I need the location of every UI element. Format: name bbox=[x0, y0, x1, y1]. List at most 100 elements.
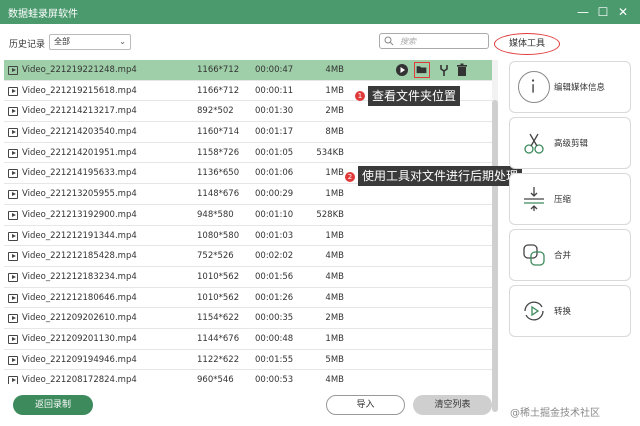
compress-icon bbox=[518, 183, 550, 215]
file-row[interactable]: Video_221208172824.mp4 960*546 00:00:53 4MB bbox=[4, 370, 492, 384]
clear-list-button[interactable]: 清空列表 bbox=[413, 395, 492, 415]
file-duration: 00:00:47 bbox=[255, 65, 294, 75]
file-size: 2MB bbox=[325, 106, 344, 117]
file-row[interactable]: Video_221209201130.mp4 1144*676 00:00:48 1M… bbox=[4, 329, 492, 350]
file-duration: 00:00:29 bbox=[255, 189, 294, 200]
video-file-icon bbox=[8, 190, 18, 200]
edit-media-info-card[interactable]: 编辑媒体信息 bbox=[509, 61, 631, 113]
merge-label: 合并 bbox=[554, 251, 572, 261]
file-row[interactable]: Video_221212185428.mp4 752*526 00:02:02 4MB bbox=[4, 246, 492, 267]
file-row[interactable]: Video_221213192900.mp4 948*580 00:01:10 528… bbox=[4, 205, 492, 226]
file-duration: 00:01:17 bbox=[255, 127, 294, 138]
search-placeholder: 搜索 bbox=[400, 37, 416, 46]
file-name: Video_221213192900.mp4 bbox=[22, 209, 137, 220]
video-file-icon bbox=[8, 231, 18, 241]
file-row[interactable]: Video_221214203540.mp4 1160*714 00:01:17 8M… bbox=[4, 122, 492, 143]
file-resolution: 1166*712 bbox=[197, 85, 240, 96]
list-scrollbar[interactable] bbox=[492, 60, 498, 412]
file-resolution: 1010*562 bbox=[197, 292, 240, 303]
file-size: 1MB bbox=[325, 230, 344, 241]
video-file-icon bbox=[8, 210, 18, 220]
file-name: Video_221213205955.mp4 bbox=[22, 189, 137, 200]
video-file-icon bbox=[8, 272, 18, 282]
info-icon bbox=[518, 71, 550, 103]
file-name: Video_221214203540.mp4 bbox=[22, 127, 137, 138]
back-to-record-button[interactable]: 返回录制 bbox=[13, 395, 93, 415]
callout-1-text: 查看文件夹位置 bbox=[368, 86, 461, 106]
file-resolution: 1148*676 bbox=[197, 189, 240, 200]
video-file-icon bbox=[8, 314, 18, 324]
file-row[interactable]: Video_221212183234.mp4 1010*562 00:01:56 4M… bbox=[4, 267, 492, 288]
merge-card[interactable]: 合并 bbox=[509, 229, 631, 281]
callout-1-badge: 1 bbox=[355, 91, 365, 101]
merge-icon bbox=[518, 239, 550, 271]
file-duration: 00:01:06 bbox=[255, 168, 294, 179]
file-size: 1MB bbox=[325, 333, 344, 344]
file-name: Video_221209201130.mp4 bbox=[22, 333, 137, 344]
play-icon[interactable] bbox=[394, 62, 410, 78]
file-resolution: 1122*622 bbox=[197, 354, 240, 365]
file-name: Video_221214195633.mp4 bbox=[22, 168, 137, 179]
file-resolution: 1010*562 bbox=[197, 271, 240, 282]
search-input[interactable]: 搜索 bbox=[379, 33, 489, 49]
file-name: Video_221212191344.mp4 bbox=[22, 230, 137, 241]
file-resolution: 1144*676 bbox=[197, 333, 240, 344]
history-filter-select[interactable]: 全部 ⌄ bbox=[49, 34, 131, 50]
trash-icon[interactable] bbox=[454, 62, 470, 78]
file-size: 528KB bbox=[316, 209, 344, 220]
file-name: Video_221214201951.mp4 bbox=[22, 147, 137, 158]
chevron-down-icon: ⌄ bbox=[119, 37, 126, 46]
folder-icon[interactable] bbox=[414, 62, 430, 78]
file-duration: 00:00:35 bbox=[255, 313, 294, 324]
convert-card[interactable]: 转换 bbox=[509, 285, 631, 337]
maximize-button[interactable]: ☐ bbox=[594, 3, 612, 21]
advanced-trim-card[interactable]: 高级剪辑 bbox=[509, 117, 631, 169]
file-duration: 00:00:53 bbox=[255, 375, 294, 384]
file-resolution: 1080*580 bbox=[197, 230, 240, 241]
video-file-icon bbox=[8, 252, 18, 262]
media-tools-tab[interactable]: 媒体工具 bbox=[494, 33, 560, 55]
file-row[interactable]: Video_221212191344.mp4 1080*580 00:01:03 1M… bbox=[4, 226, 492, 247]
convert-icon bbox=[518, 295, 550, 327]
file-row[interactable]: Video_221212180646.mp4 1010*562 00:01:26 4M… bbox=[4, 288, 492, 309]
minimize-button[interactable]: — bbox=[574, 3, 592, 21]
file-size: 1MB bbox=[325, 85, 344, 96]
callout-2-text: 使用工具对文件进行后期处理 bbox=[358, 166, 523, 186]
video-file-icon bbox=[8, 376, 18, 384]
file-size: 2MB bbox=[325, 313, 344, 324]
file-duration: 00:01:56 bbox=[255, 271, 294, 282]
video-file-icon bbox=[8, 107, 18, 117]
file-duration: 00:01:55 bbox=[255, 354, 294, 365]
file-name: Video_221219215618.mp4 bbox=[22, 85, 137, 96]
file-name: Video_221209194946.mp4 bbox=[22, 354, 137, 365]
compress-label: 压缩 bbox=[554, 195, 572, 205]
file-row[interactable]: Video_221213205955.mp4 1148*676 00:00:29 1M… bbox=[4, 184, 492, 205]
file-row[interactable]: Video_221209194946.mp4 1122*622 00:01:55 5M… bbox=[4, 350, 492, 371]
video-file-icon bbox=[8, 66, 18, 75]
history-filter-value: 全部 bbox=[54, 37, 70, 46]
title-bar: 数据蛙录屏软件 — ☐ ✕ bbox=[0, 0, 640, 24]
file-size: 8MB bbox=[325, 127, 344, 138]
file-duration: 00:00:48 bbox=[255, 333, 294, 344]
import-button[interactable]: 导入 bbox=[326, 395, 405, 415]
video-file-icon bbox=[8, 355, 18, 365]
scrollbar-thumb[interactable] bbox=[492, 100, 498, 412]
advanced-trim-label: 高级剪辑 bbox=[554, 139, 589, 149]
file-resolution: 1166*712 bbox=[197, 65, 240, 75]
close-button[interactable]: ✕ bbox=[614, 3, 632, 21]
file-row[interactable]: Video_221219221248.mp4 1166*712 00:00:47 4M… bbox=[4, 60, 492, 81]
file-name: Video_221212185428.mp4 bbox=[22, 251, 137, 262]
compress-card[interactable]: 压缩 bbox=[509, 173, 631, 225]
file-name: Video_221214213217.mp4 bbox=[22, 106, 137, 117]
file-row[interactable]: Video_221214201951.mp4 1158*726 00:01:05 53… bbox=[4, 143, 492, 164]
file-row[interactable]: Video_221209202610.mp4 1154*622 00:00:35 2M… bbox=[4, 308, 492, 329]
convert-label: 转换 bbox=[554, 307, 572, 317]
file-name: Video_221208172824.mp4 bbox=[22, 375, 137, 384]
file-resolution: 1154*622 bbox=[197, 313, 240, 324]
file-duration: 00:01:26 bbox=[255, 292, 294, 303]
file-size: 4MB bbox=[325, 65, 344, 75]
wrench-icon[interactable] bbox=[436, 62, 452, 78]
video-file-icon bbox=[8, 128, 18, 138]
edit-media-info-label: 编辑媒体信息 bbox=[554, 83, 606, 93]
file-name: Video_221212183234.mp4 bbox=[22, 271, 137, 282]
